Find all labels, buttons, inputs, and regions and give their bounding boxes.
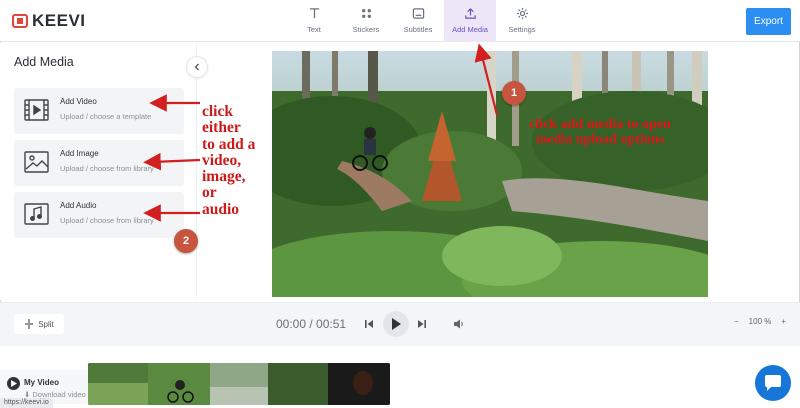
annotation-line: audio [202, 200, 240, 218]
volume-icon [453, 319, 463, 329]
time-display: 00:00 / 00:51 [276, 317, 347, 331]
tab-label: Add Media [452, 25, 488, 34]
skip-forward-button[interactable] [416, 318, 428, 330]
annotation-line: media upload options [535, 131, 665, 147]
video-frame-image [272, 51, 708, 297]
video-preview[interactable] [272, 51, 708, 297]
card-subtitle: Upload / choose from library [60, 216, 154, 225]
skip-back-button[interactable] [363, 318, 375, 330]
annotation-line: click add media to open [529, 117, 671, 132]
card-subtitle: Upload / choose a template [60, 112, 152, 121]
tab-add-media[interactable]: Add Media [444, 0, 496, 42]
track-name: My Video [24, 378, 59, 387]
image-file-icon [24, 151, 49, 173]
add-audio-card[interactable]: Add Audio Upload / choose from library [14, 192, 184, 238]
logo[interactable]: KEEVI [12, 11, 86, 31]
tool-tabs: Text Stickers Subtitles Add Media Settin… [288, 0, 548, 42]
export-button[interactable]: Export [746, 8, 791, 35]
annotation-right-text: click add media to open media upload opt… [502, 117, 698, 147]
play-icon [392, 318, 401, 330]
split-button[interactable]: Split [14, 314, 64, 334]
panel-title: Add Media [14, 55, 74, 69]
video-clip-strip[interactable] [88, 363, 390, 405]
status-url: https://keevi.io [0, 398, 53, 408]
step-badge-2: 2 [174, 229, 198, 253]
annotation-line: video, [202, 151, 242, 169]
upload-icon [464, 8, 476, 19]
chat-icon [765, 375, 781, 391]
annotation-line: click [202, 103, 233, 120]
chat-button[interactable] [755, 365, 791, 401]
add-image-card[interactable]: Add Image Upload / choose from library [14, 140, 184, 186]
split-icon [25, 319, 34, 329]
add-media-panel: Add Media Add Video Upload / choose a te… [0, 43, 197, 300]
playback-controls: Split 00:00 / 00:51 − 100 % + [0, 302, 800, 346]
timeline: My Video ⬇ Download video [0, 346, 800, 408]
step-badge-1: 1 [502, 81, 526, 105]
card-title: Add Audio [60, 201, 97, 210]
skip-forward-icon [418, 320, 426, 328]
annotation-line: image, [202, 168, 246, 186]
chevron-left-icon [194, 63, 199, 71]
subtitles-icon [412, 8, 424, 19]
tab-label: Text [307, 25, 321, 34]
track-play-button[interactable] [7, 377, 20, 390]
zoom-level: 100 % [748, 317, 772, 326]
annotation-line: to add a [202, 135, 256, 153]
card-subtitle: Upload / choose from library [60, 164, 154, 173]
zoom-out-button[interactable]: − [734, 317, 739, 326]
zoom-control: − 100 % + [734, 317, 786, 326]
annotation-line: or [202, 184, 217, 202]
tab-label: Subtitles [403, 25, 433, 34]
skip-back-icon [365, 320, 373, 328]
tab-stickers[interactable]: Stickers [340, 0, 392, 42]
top-bar: KEEVI Text Stickers Subtitles Add Media … [0, 0, 800, 42]
annotation-line: either [202, 119, 241, 137]
text-icon [309, 8, 319, 19]
tab-subtitles[interactable]: Subtitles [392, 0, 444, 42]
logo-icon [12, 13, 28, 29]
card-title: Add Image [60, 149, 99, 158]
zoom-in-button[interactable]: + [781, 317, 786, 326]
tab-settings[interactable]: Settings [496, 0, 548, 42]
play-button[interactable] [383, 311, 409, 337]
clip-thumbnails [88, 363, 390, 405]
stickers-icon [361, 9, 371, 18]
add-video-card[interactable]: Add Video Upload / choose a template [14, 88, 184, 134]
app-name: KEEVI [32, 11, 86, 30]
card-title: Add Video [60, 97, 97, 106]
volume-button[interactable] [452, 318, 464, 330]
tab-label: Settings [508, 25, 536, 34]
tab-text[interactable]: Text [288, 0, 340, 42]
video-file-icon [24, 99, 49, 121]
split-label: Split [38, 319, 54, 329]
music-file-icon [24, 203, 49, 225]
annotation-left-text: click either to add a video, image, or a… [202, 103, 270, 218]
gear-icon [516, 7, 528, 20]
tab-label: Stickers [352, 25, 380, 34]
play-icon [10, 380, 17, 387]
collapse-panel-button[interactable] [186, 56, 208, 78]
